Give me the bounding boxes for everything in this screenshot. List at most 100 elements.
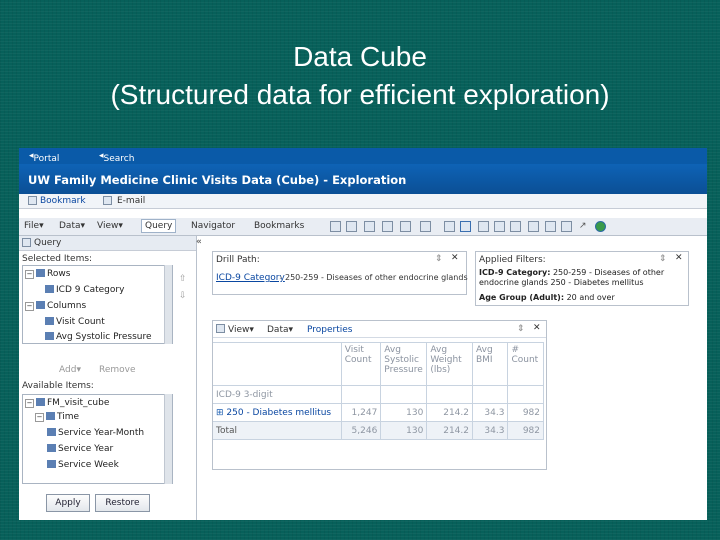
- drill-path-category[interactable]: ICD-9 Category: [216, 273, 285, 283]
- selected-items-scrollbar[interactable]: [164, 265, 172, 344]
- column-header[interactable]: Avg Systolic Pressure: [380, 342, 428, 386]
- table-cell: [340, 385, 382, 404]
- grid-icon: [216, 324, 225, 333]
- row-label[interactable]: ⊞ 250 - Diabetes mellitus: [213, 403, 342, 422]
- measure-icon: [45, 332, 54, 340]
- grid-view-icon[interactable]: [460, 221, 471, 232]
- table-view-icon[interactable]: [444, 221, 455, 232]
- column-header[interactable]: Avg Weight (lbs): [426, 342, 473, 386]
- email-link[interactable]: E-mail: [117, 196, 145, 206]
- tree-item-label: ICD 9 Category: [56, 285, 125, 295]
- minimize-icon[interactable]: ⇕: [517, 324, 525, 334]
- globe-icon[interactable]: [595, 221, 606, 232]
- close-icon[interactable]: ✕: [533, 323, 541, 333]
- query-icon: [22, 238, 31, 247]
- view-menu[interactable]: View▾: [97, 221, 123, 231]
- swap-icon[interactable]: [420, 221, 431, 232]
- total-row: Total 5,246 130 214.2 34.3 982: [213, 421, 544, 440]
- row-label-text[interactable]: 250 - Diabetes mellitus: [226, 408, 331, 418]
- cut-icon[interactable]: [346, 221, 357, 232]
- restore-button[interactable]: Restore: [95, 494, 150, 512]
- available-items-list[interactable]: − FM_visit_cube − Time Service Year-Month …: [22, 394, 173, 484]
- expand-icon[interactable]: −: [25, 270, 34, 279]
- folder-icon: [46, 412, 55, 420]
- move-down-icon[interactable]: ⇩: [179, 291, 187, 301]
- selected-items-list[interactable]: − Rows ICD 9 Category − Columns Visit Coun…: [22, 265, 173, 344]
- portal-page-link[interactable]: ◂ Portal Page: [29, 151, 59, 174]
- save-icon[interactable]: [364, 221, 375, 232]
- bookmarks-toggle[interactable]: Bookmarks: [254, 221, 304, 231]
- filter-line-2: Age Group (Adult): 20 and over: [479, 293, 683, 303]
- total-cell: 214.2: [426, 421, 473, 440]
- tree-item-icd9-category[interactable]: ICD 9 Category: [45, 285, 124, 295]
- data-menu[interactable]: Data▾: [59, 221, 85, 231]
- chart-icon[interactable]: [528, 221, 539, 232]
- table-cell: [426, 385, 473, 404]
- expand-icon[interactable]: −: [25, 302, 34, 311]
- tree-item-service-year-month[interactable]: Service Year-Month: [47, 428, 144, 438]
- total-cell: 130: [380, 421, 428, 440]
- drill-path-title: Drill Path:: [216, 255, 260, 265]
- add-button[interactable]: Add▾: [59, 365, 81, 375]
- tree-item-avg-systolic[interactable]: Avg Systolic Pressure: [45, 332, 152, 342]
- column-chart-icon[interactable]: [545, 221, 556, 232]
- table-corner-cell: [213, 342, 342, 386]
- total-label: Total: [213, 421, 342, 440]
- area-chart-icon[interactable]: [510, 221, 521, 232]
- dimension-icon: [47, 460, 56, 468]
- copy-icon[interactable]: [382, 221, 393, 232]
- move-up-icon[interactable]: ⇧: [179, 274, 187, 284]
- line-chart-icon[interactable]: [494, 221, 505, 232]
- minimize-icon[interactable]: ⇕: [435, 254, 443, 264]
- search-link[interactable]: ◂ Search: [99, 151, 134, 164]
- results-toolbar: View▾ Data▾ Properties ⇕ ✕: [213, 321, 546, 338]
- available-items-scrollbar[interactable]: [164, 394, 172, 484]
- table-cell: [471, 385, 509, 404]
- apply-button[interactable]: Apply: [46, 494, 90, 512]
- bar-chart-icon[interactable]: [478, 221, 489, 232]
- tree-item-service-year[interactable]: Service Year: [47, 444, 113, 454]
- tree-item-service-week[interactable]: Service Week: [47, 460, 119, 470]
- measure-icon: [45, 317, 54, 325]
- close-icon[interactable]: ✕: [451, 253, 459, 263]
- dimension-icon: [45, 285, 54, 293]
- menu-toolbar: File▾ Data▾ View▾ Query Navigator Bookma…: [19, 218, 707, 236]
- expand-icon[interactable]: −: [35, 413, 44, 422]
- tree-item-fm-visit-cube[interactable]: − FM_visit_cube: [25, 398, 109, 408]
- results-properties-link[interactable]: Properties: [307, 325, 352, 335]
- tree-item-visit-count[interactable]: Visit Count: [45, 317, 105, 327]
- paste-icon[interactable]: [400, 221, 411, 232]
- cube-icon: [36, 398, 45, 406]
- expand-icon[interactable]: ⊞: [216, 408, 226, 418]
- expand-icon[interactable]: −: [25, 399, 34, 408]
- tree-item-label: Service Year-Month: [58, 428, 145, 438]
- collapse-icon[interactable]: «: [196, 237, 202, 247]
- file-menu[interactable]: File▾: [24, 221, 44, 231]
- bookmark-link[interactable]: Bookmark: [40, 196, 86, 206]
- column-header[interactable]: Avg BMI: [471, 342, 509, 386]
- minimize-icon[interactable]: ⇕: [659, 254, 667, 264]
- pie-chart-icon[interactable]: [561, 221, 572, 232]
- query-toggle-label: Query: [145, 221, 173, 231]
- results-data-menu[interactable]: Data▾: [267, 325, 293, 335]
- table-cell: [380, 385, 428, 404]
- arrow-icon[interactable]: ↗: [579, 221, 588, 231]
- column-header[interactable]: # Count: [507, 342, 544, 386]
- bookmark-icon: [28, 196, 37, 205]
- total-cell: 34.3: [471, 421, 509, 440]
- tree-item-label: Columns: [47, 301, 87, 311]
- total-cell: 5,246: [340, 421, 382, 440]
- tree-item-label: Time: [57, 412, 80, 422]
- query-toggle[interactable]: Query: [141, 219, 177, 233]
- table-cell: 214.2: [426, 403, 473, 422]
- tree-item-label: Rows: [47, 269, 71, 279]
- print-icon[interactable]: [330, 221, 341, 232]
- results-view-menu[interactable]: View▾: [228, 325, 254, 335]
- tree-item-rows[interactable]: − Rows: [25, 269, 70, 279]
- close-icon[interactable]: ✕: [675, 253, 683, 263]
- column-header[interactable]: Visit Count: [340, 342, 382, 386]
- navigator-toggle[interactable]: Navigator: [191, 221, 235, 231]
- tree-item-columns[interactable]: − Columns: [25, 301, 86, 311]
- tree-item-time[interactable]: − Time: [35, 412, 79, 422]
- remove-button[interactable]: Remove: [99, 365, 136, 375]
